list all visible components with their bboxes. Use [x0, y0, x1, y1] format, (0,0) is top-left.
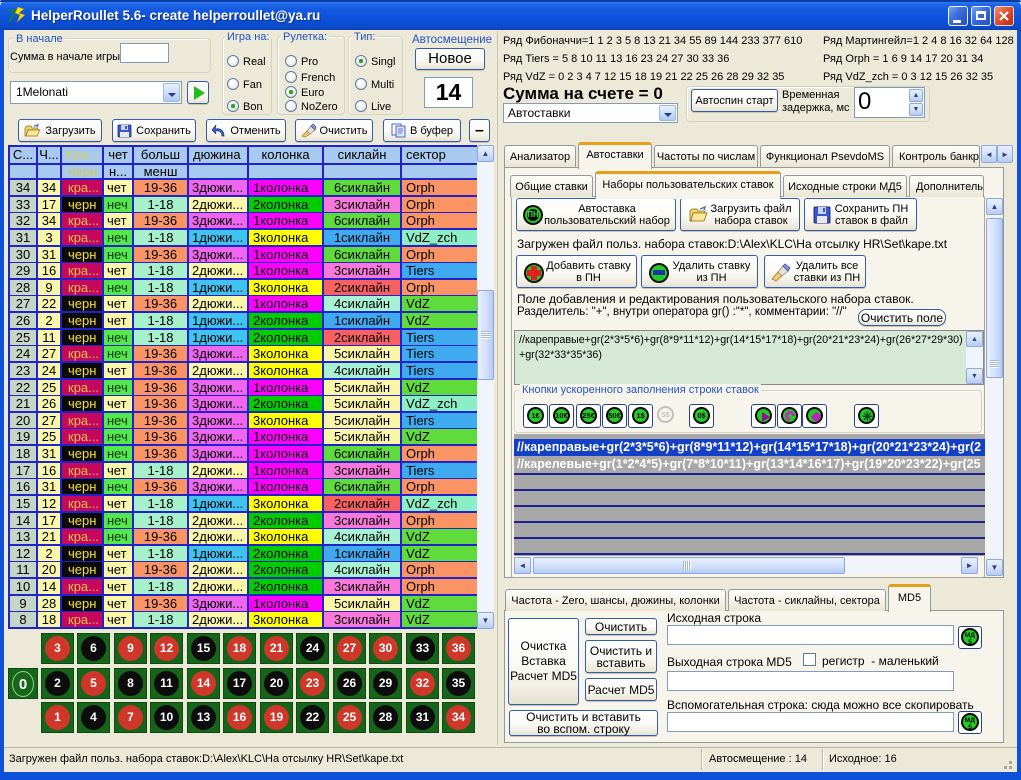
svg-text:7: 7: [7, 6, 18, 25]
